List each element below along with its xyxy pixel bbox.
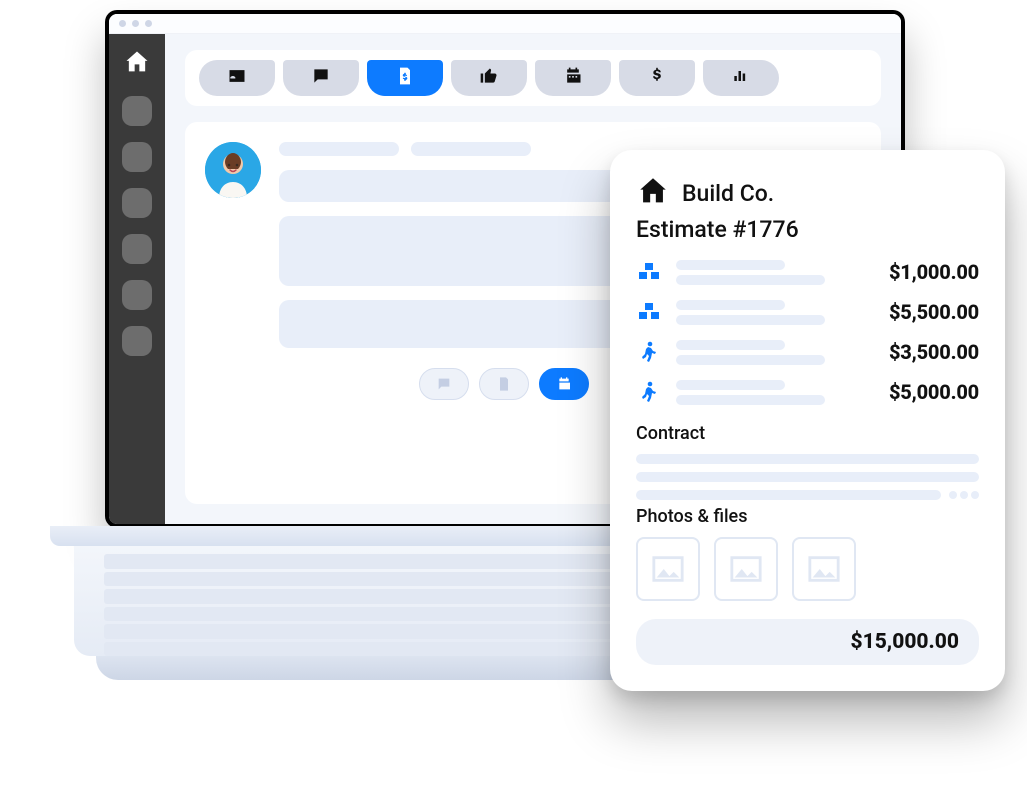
browser-chrome (109, 14, 901, 34)
id-card-icon (227, 66, 247, 90)
boxes-icon (636, 299, 662, 325)
tab-reports[interactable] (703, 60, 779, 96)
company-name: Build Co. (682, 180, 774, 207)
thumbs-up-icon (479, 66, 499, 90)
line-item: $5,000.00 (636, 379, 979, 405)
photos-heading: Photos & files (636, 506, 979, 527)
tab-approvals[interactable] (451, 60, 527, 96)
person-walking-icon (636, 379, 662, 405)
sidebar-item[interactable] (122, 188, 152, 218)
dollar-icon (647, 66, 667, 90)
tab-bar (185, 50, 881, 106)
line-items: $1,000.00 $5,500.00 $3,500.00 $5,000.00 (636, 259, 979, 405)
skeleton-line (279, 142, 399, 156)
tab-estimates[interactable] (367, 60, 443, 96)
contract-heading: Contract (636, 423, 979, 444)
skeleton-line (411, 142, 531, 156)
tab-payments[interactable] (619, 60, 695, 96)
sidebar-item[interactable] (122, 142, 152, 172)
sidebar-item[interactable] (122, 326, 152, 356)
sidebar-item[interactable] (122, 234, 152, 264)
bar-chart-icon (731, 66, 751, 90)
line-item-price: $1,000.00 (889, 260, 979, 284)
action-schedule[interactable] (539, 368, 589, 400)
action-message[interactable] (419, 368, 469, 400)
window-dot (145, 20, 152, 27)
home-icon[interactable] (123, 48, 151, 80)
attachment-thumbnails (636, 537, 979, 601)
window-dot (132, 20, 139, 27)
customer-avatar (205, 142, 261, 198)
window-dot (119, 20, 126, 27)
line-item: $1,000.00 (636, 259, 979, 285)
line-item-price: $5,500.00 (889, 300, 979, 324)
total-amount: $15,000.00 (850, 630, 959, 654)
contract-preview (636, 454, 979, 500)
tab-messages[interactable] (283, 60, 359, 96)
person-walking-icon (636, 339, 662, 365)
app-sidebar (109, 34, 165, 524)
estimate-number: Estimate #1776 (636, 216, 979, 243)
line-item-price: $3,500.00 (889, 340, 979, 364)
tab-schedule[interactable] (535, 60, 611, 96)
image-thumbnail[interactable] (714, 537, 778, 601)
sidebar-item[interactable] (122, 280, 152, 310)
boxes-icon (636, 259, 662, 285)
image-thumbnail[interactable] (636, 537, 700, 601)
estimate-panel: Build Co. Estimate #1776 $1,000.00 $5,50… (610, 150, 1005, 691)
line-item: $5,500.00 (636, 299, 979, 325)
line-item-price: $5,000.00 (889, 380, 979, 404)
line-item: $3,500.00 (636, 339, 979, 365)
estimate-total: $15,000.00 (636, 619, 979, 665)
chat-icon (311, 66, 331, 90)
document-money-icon (395, 66, 415, 90)
image-thumbnail[interactable] (792, 537, 856, 601)
calendar-icon (563, 66, 583, 90)
tab-contact[interactable] (199, 60, 275, 96)
action-document[interactable] (479, 368, 529, 400)
home-icon (636, 174, 670, 212)
sidebar-item[interactable] (122, 96, 152, 126)
